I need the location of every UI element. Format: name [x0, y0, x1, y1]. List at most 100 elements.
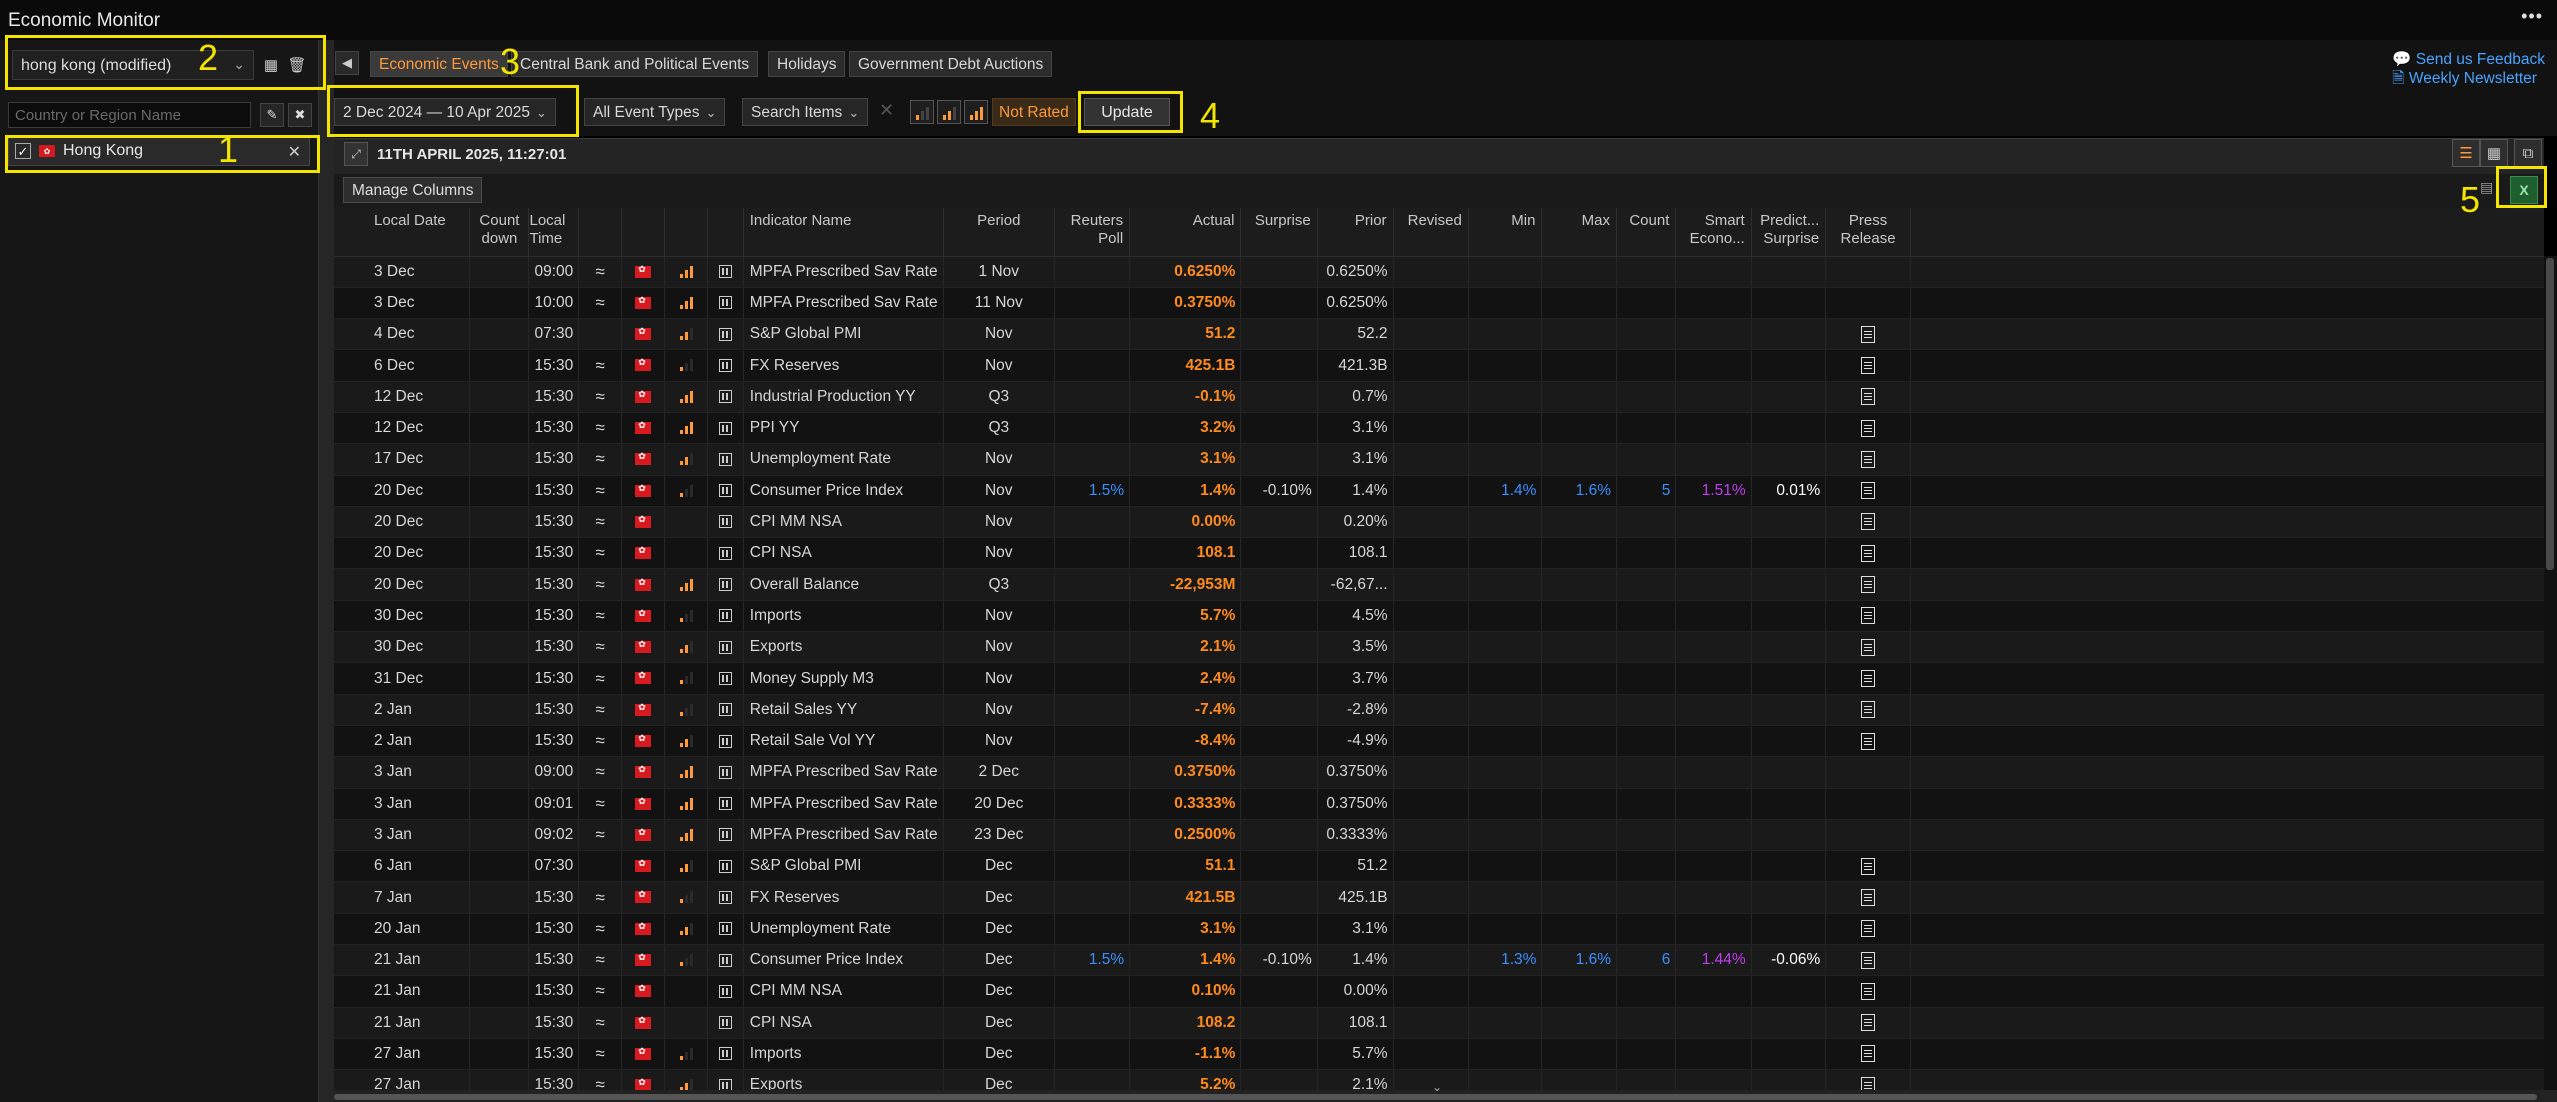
document-icon[interactable] [1861, 669, 1876, 687]
tab-government-debt-auctions[interactable]: Government Debt Auctions [849, 51, 1053, 77]
manage-columns-button[interactable]: Manage Columns [343, 177, 483, 203]
calendar-grid-icon[interactable] [719, 609, 733, 623]
calendar-grid-icon[interactable] [719, 390, 733, 404]
calendar-grid-icon[interactable] [719, 1047, 733, 1061]
table-row[interactable]: 20 Dec15:30≈Consumer Price IndexNov1.5%1… [334, 475, 2544, 507]
document-icon[interactable] [1861, 701, 1876, 719]
col-reuters-poll[interactable]: Reuters Poll [1054, 208, 1131, 257]
trend-wave-icon[interactable]: ≈ [596, 293, 605, 312]
table-row[interactable]: 2 Jan 15:30 ≈ Retail Sale Vol YYNov -8.4% -4.… [334, 725, 2544, 758]
calendar-grid-icon[interactable] [719, 358, 733, 372]
table-row[interactable]: 21 Jan 15:30 ≈ CPI MM NSADec 0.10% 0.00% [334, 975, 2544, 1008]
table-scroll-thumb[interactable] [2546, 258, 2554, 570]
document-icon[interactable] [1861, 888, 1876, 906]
excel-export-icon[interactable]: X [2510, 176, 2538, 204]
rating-filter-high-icon[interactable] [964, 100, 988, 124]
trend-wave-icon[interactable]: ≈ [596, 950, 605, 969]
trend-wave-icon[interactable]: ≈ [596, 888, 605, 907]
col-flag[interactable] [621, 208, 666, 257]
document-icon[interactable] [1861, 544, 1876, 562]
document-icon[interactable] [1861, 951, 1876, 969]
calendar-grid-icon[interactable] [719, 515, 733, 529]
document-icon[interactable] [1861, 513, 1876, 531]
table-row[interactable]: 21 Jan 15:30 ≈ CPI NSADec 108.2 108.1 [334, 1007, 2544, 1039]
table-view-icon[interactable]: ▦ [2480, 139, 2508, 167]
document-icon[interactable] [1861, 450, 1876, 468]
col-countdown[interactable]: Count down [469, 208, 530, 257]
trend-wave-icon[interactable]: ≈ [596, 637, 605, 656]
calendar-grid-icon[interactable] [719, 578, 733, 592]
document-icon[interactable] [1861, 388, 1876, 406]
trend-wave-icon[interactable]: ≈ [596, 919, 605, 938]
trend-wave-icon[interactable]: ≈ [596, 356, 605, 375]
date-range-dropdown[interactable]: 2 Dec 2024 — 10 Apr 2025 ⌄ [334, 98, 556, 126]
calendar-grid-icon[interactable] [719, 421, 733, 435]
table-row[interactable]: 3 Jan 09:01 ≈ MPFA Prescribed Sav Rate20 De… [334, 788, 2544, 820]
table-row[interactable]: 21 Jan15:30≈Consumer Price IndexDec1.5%1… [334, 944, 2544, 977]
table-row[interactable]: 27 Jan 15:30 ≈ ImportsDec -1.1% 5.7% [334, 1038, 2544, 1071]
col-min[interactable]: Min [1468, 208, 1543, 257]
calendar-grid-icon[interactable] [719, 484, 733, 498]
table-row[interactable]: 20 Dec 15:30 ≈ Overall BalanceQ3 -22,953M -62… [334, 568, 2544, 601]
col-indicator-name[interactable]: Indicator Name [743, 208, 944, 257]
col-revised[interactable]: Revised [1393, 208, 1469, 257]
edit-icon[interactable]: ✎ [260, 103, 284, 127]
calendar-grid-icon[interactable] [719, 734, 733, 748]
more-options-icon[interactable]: ••• [2521, 6, 2543, 27]
table-row[interactable]: 3 Dec 09:00 ≈ MPFA Prescribed Sav Rate1 Nov… [334, 256, 2544, 288]
col-trend[interactable] [578, 208, 623, 257]
calendar-grid-icon[interactable] [719, 890, 733, 904]
trend-wave-icon[interactable]: ≈ [596, 606, 605, 625]
table-row[interactable]: 20 Dec 15:30 ≈ CPI MM NSANov 0.00% 0.20% [334, 506, 2544, 539]
table-row[interactable]: 7 Jan 15:30 ≈ FX ReservesDec 421.5B 425.1B [334, 881, 2544, 914]
table-row[interactable]: 3 Jan 09:02 ≈ MPFA Prescribed Sav Rate23 De… [334, 819, 2544, 852]
weekly-newsletter-link[interactable]: 🗎 Weekly Newsletter [2392, 69, 2545, 88]
document-icon[interactable] [1861, 607, 1876, 625]
trend-wave-icon[interactable]: ≈ [596, 1013, 605, 1032]
table-row[interactable]: 30 Dec 15:30 ≈ ExportsNov 2.1% 3.5% [334, 631, 2544, 664]
table-row[interactable]: 4 Dec 07:30 S&P Global PMINov 51.2 52.2 [334, 318, 2544, 351]
calendar-grid-icon[interactable] [719, 296, 733, 310]
table-row[interactable]: 30 Dec 15:30 ≈ ImportsNov 5.7% 4.5% [334, 600, 2544, 633]
document-icon[interactable] [1861, 576, 1876, 594]
trend-wave-icon[interactable]: ≈ [596, 262, 605, 281]
table-hscroll-thumb[interactable] [334, 1094, 2537, 1100]
trend-wave-icon[interactable]: ≈ [596, 794, 605, 813]
document-icon[interactable] [1861, 638, 1876, 656]
trash-icon[interactable]: 🗑 [286, 54, 308, 76]
checkbox-checked-icon[interactable]: ✓ [15, 143, 31, 159]
scroll-down-chevron-icon[interactable]: ⌄ [1432, 1080, 1442, 1094]
col-rating[interactable] [664, 208, 709, 257]
event-types-dropdown[interactable]: All Event Types ⌄ [584, 98, 726, 126]
calendar-grid-icon[interactable] [719, 828, 733, 842]
document-icon[interactable] [1861, 1045, 1876, 1063]
calendar-grid-icon[interactable] [719, 327, 733, 341]
calendar-grid-icon[interactable] [719, 703, 733, 717]
rating-filter-medium-icon[interactable] [937, 100, 961, 124]
calendar-grid-icon[interactable] [719, 265, 733, 279]
table-row[interactable]: 12 Dec 15:30 ≈ PPI YYQ3 3.2% 3.1% [334, 412, 2544, 445]
tab-central-bank[interactable]: Central Bank and Political Events [511, 51, 759, 77]
tab-economic-events[interactable]: Economic Events [370, 51, 508, 77]
send-feedback-link[interactable]: 💬 Send us Feedback [2392, 50, 2545, 69]
calendar-grid-icon[interactable] [719, 452, 733, 466]
table-row[interactable]: 6 Jan 07:30 S&P Global PMIDec 51.1 51.2 [334, 850, 2544, 883]
trend-wave-icon[interactable]: ≈ [596, 387, 605, 406]
trend-wave-icon[interactable]: ≈ [596, 700, 605, 719]
document-icon[interactable] [1861, 982, 1876, 1000]
table-row[interactable]: 6 Dec 15:30 ≈ FX ReservesNov 425.1B 421.3B [334, 349, 2544, 382]
country-item-hong-kong[interactable]: ✓ ✿ Hong Kong ✕ [8, 136, 310, 166]
col-period[interactable]: Period [943, 208, 1055, 257]
table-row[interactable]: 3 Dec 10:00 ≈ MPFA Prescribed Sav Rate11 No… [334, 287, 2544, 320]
calendar-grid-icon[interactable] [719, 797, 733, 811]
document-icon[interactable] [1861, 857, 1876, 875]
trend-wave-icon[interactable]: ≈ [596, 731, 605, 750]
col-smart-estimate[interactable]: Smart Econo... [1675, 208, 1752, 257]
col-calendar[interactable] [707, 208, 744, 257]
trend-wave-icon[interactable]: ≈ [596, 512, 605, 531]
calendar-grid-icon[interactable] [719, 922, 733, 936]
table-row[interactable]: 3 Jan 09:00 ≈ MPFA Prescribed Sav Rate2 Dec… [334, 756, 2544, 789]
calendar-grid-icon[interactable] [719, 765, 733, 779]
table-row[interactable]: 2 Jan 15:30 ≈ Retail Sales YYNov -7.4% -2.8% [334, 694, 2544, 726]
col-actual[interactable]: Actual [1129, 208, 1242, 257]
